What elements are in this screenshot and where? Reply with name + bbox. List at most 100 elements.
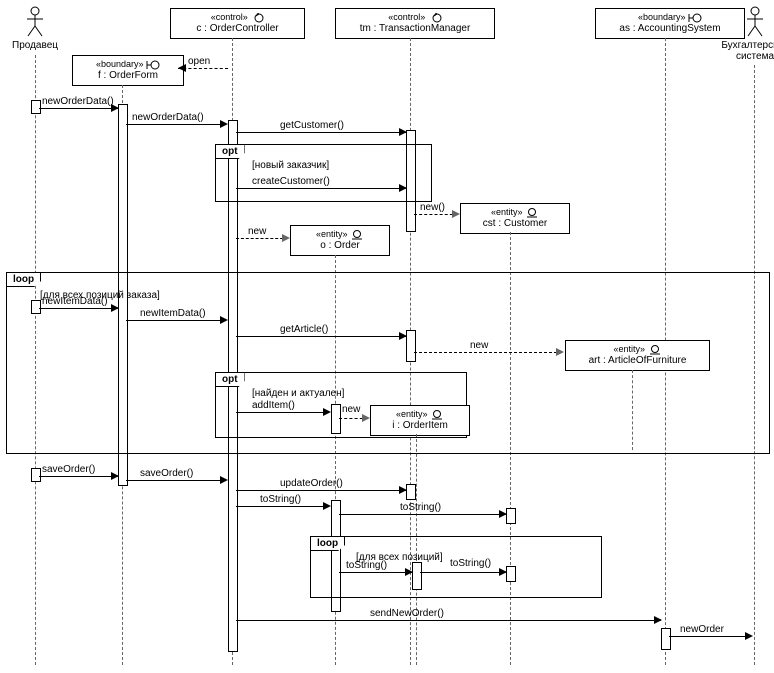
arrow-icon [220, 316, 228, 324]
msg-tostring2: toString() [400, 502, 441, 513]
msg-saveorder2: saveOrder() [140, 468, 193, 479]
fragment-tag: opt [215, 144, 245, 159]
control-icon [428, 13, 442, 23]
msg-line [236, 620, 661, 621]
lifeline-customer: «entity» cst : Customer [460, 203, 570, 234]
activation [506, 566, 516, 582]
stereo-label: «entity» [613, 344, 645, 354]
lifeline-line-article [632, 370, 633, 450]
lifeline-order-form: «boundary» f : OrderForm [72, 55, 184, 86]
arrow-icon [362, 414, 370, 422]
msg-line [39, 108, 118, 109]
arrow-icon [745, 632, 753, 640]
msg-line [236, 188, 406, 189]
lifeline-transaction-manager: «control» tm : TransactionManager [335, 8, 495, 39]
msg-tostring3: toString() [346, 560, 387, 571]
stereo-label: «boundary» [96, 59, 144, 69]
fragment-tag: loop [310, 536, 345, 551]
msg-createcustomer: createCustomer() [252, 176, 330, 187]
guard-found: [найден и актуален] [252, 388, 344, 399]
boundary-icon [146, 60, 160, 70]
arrow-icon [111, 472, 119, 480]
lifeline-label: c : OrderController [175, 23, 300, 35]
arrow-icon [399, 128, 407, 136]
actor-accounting-label: Бухгалтерская система [720, 40, 774, 62]
arrow-icon [399, 486, 407, 494]
stereo-label: «entity» [316, 229, 348, 239]
msg-line [236, 336, 406, 337]
msg-saveorder1: saveOrder() [42, 464, 95, 475]
msg-line [39, 476, 118, 477]
fragment-tag: opt [215, 372, 245, 387]
lifeline-orderitem: «entity» i : OrderItem [370, 405, 470, 436]
msg-tostring4: toString() [450, 558, 491, 569]
msg-line [126, 320, 226, 321]
activation [412, 562, 422, 590]
activation [31, 468, 41, 482]
arrow-icon [178, 64, 186, 72]
msg-new1: new [248, 226, 266, 237]
control-icon [250, 13, 264, 23]
msg-neworderdata2: newOrderData() [132, 112, 204, 123]
fragment-tag: loop [6, 272, 41, 287]
msg-additem: addItem() [252, 400, 295, 411]
actor-seller: Продавец [10, 6, 60, 51]
activation [506, 508, 516, 524]
entity-icon [430, 410, 444, 420]
fragment-opt1: opt [215, 144, 432, 202]
activation [331, 404, 341, 434]
lifeline-label: cst : Customer [465, 218, 565, 230]
msg-line [236, 412, 329, 413]
msg-line [414, 352, 562, 353]
lifeline-order: «entity» o : Order [290, 225, 390, 256]
sequence-diagram: Продавец «control» c : OrderController «… [0, 0, 774, 673]
lifeline-label: f : OrderForm [77, 70, 179, 82]
arrow-icon [323, 502, 331, 510]
msg-line [236, 490, 406, 491]
msg-open: open [188, 56, 210, 67]
entity-icon [350, 230, 364, 240]
msg-newitemdata2: newItemData() [140, 308, 206, 319]
msg-updateorder: updateOrder() [280, 478, 343, 489]
msg-line [339, 572, 412, 573]
msg-new2: new() [420, 202, 445, 213]
msg-line [236, 506, 329, 507]
actor-icon [25, 6, 45, 38]
lifeline-article: «entity» art : ArticleOfFurniture [565, 340, 710, 371]
actor-accounting: Бухгалтерская система [720, 6, 774, 62]
msg-line [126, 124, 226, 125]
guard-new-customer: [новый заказчик] [252, 160, 329, 171]
arrow-icon [399, 332, 407, 340]
msg-neworder: newOrder [680, 624, 724, 635]
arrow-icon [499, 568, 507, 576]
msg-line [126, 480, 226, 481]
activation [31, 300, 41, 314]
stereo-label: «entity» [396, 409, 428, 419]
lifeline-order-controller: «control» c : OrderController [170, 8, 305, 39]
lifeline-label: as : AccountingSystem [600, 23, 740, 35]
msg-sendneworder: sendNewOrder() [370, 608, 444, 619]
arrow-icon [220, 476, 228, 484]
msg-line [236, 238, 288, 239]
arrow-icon [654, 616, 662, 624]
actor-seller-label: Продавец [10, 40, 60, 51]
arrow-icon [499, 510, 507, 518]
msg-line [39, 308, 118, 309]
arrow-icon [111, 304, 119, 312]
arrow-icon [220, 120, 228, 128]
arrow-icon [282, 234, 290, 242]
stereo-label: «entity» [491, 207, 523, 217]
msg-getcustomer: getCustomer() [280, 120, 344, 131]
stereo-label: «boundary» [638, 12, 686, 22]
msg-line [339, 514, 506, 515]
arrow-icon [399, 184, 407, 192]
activation [661, 628, 671, 650]
activation [31, 100, 41, 114]
actor-icon [745, 6, 765, 38]
stereo-label: «control» [388, 12, 425, 22]
boundary-icon [688, 13, 702, 23]
msg-line [669, 636, 751, 637]
msg-getarticle: getArticle() [280, 324, 328, 335]
activation [406, 484, 416, 500]
msg-line [236, 132, 406, 133]
